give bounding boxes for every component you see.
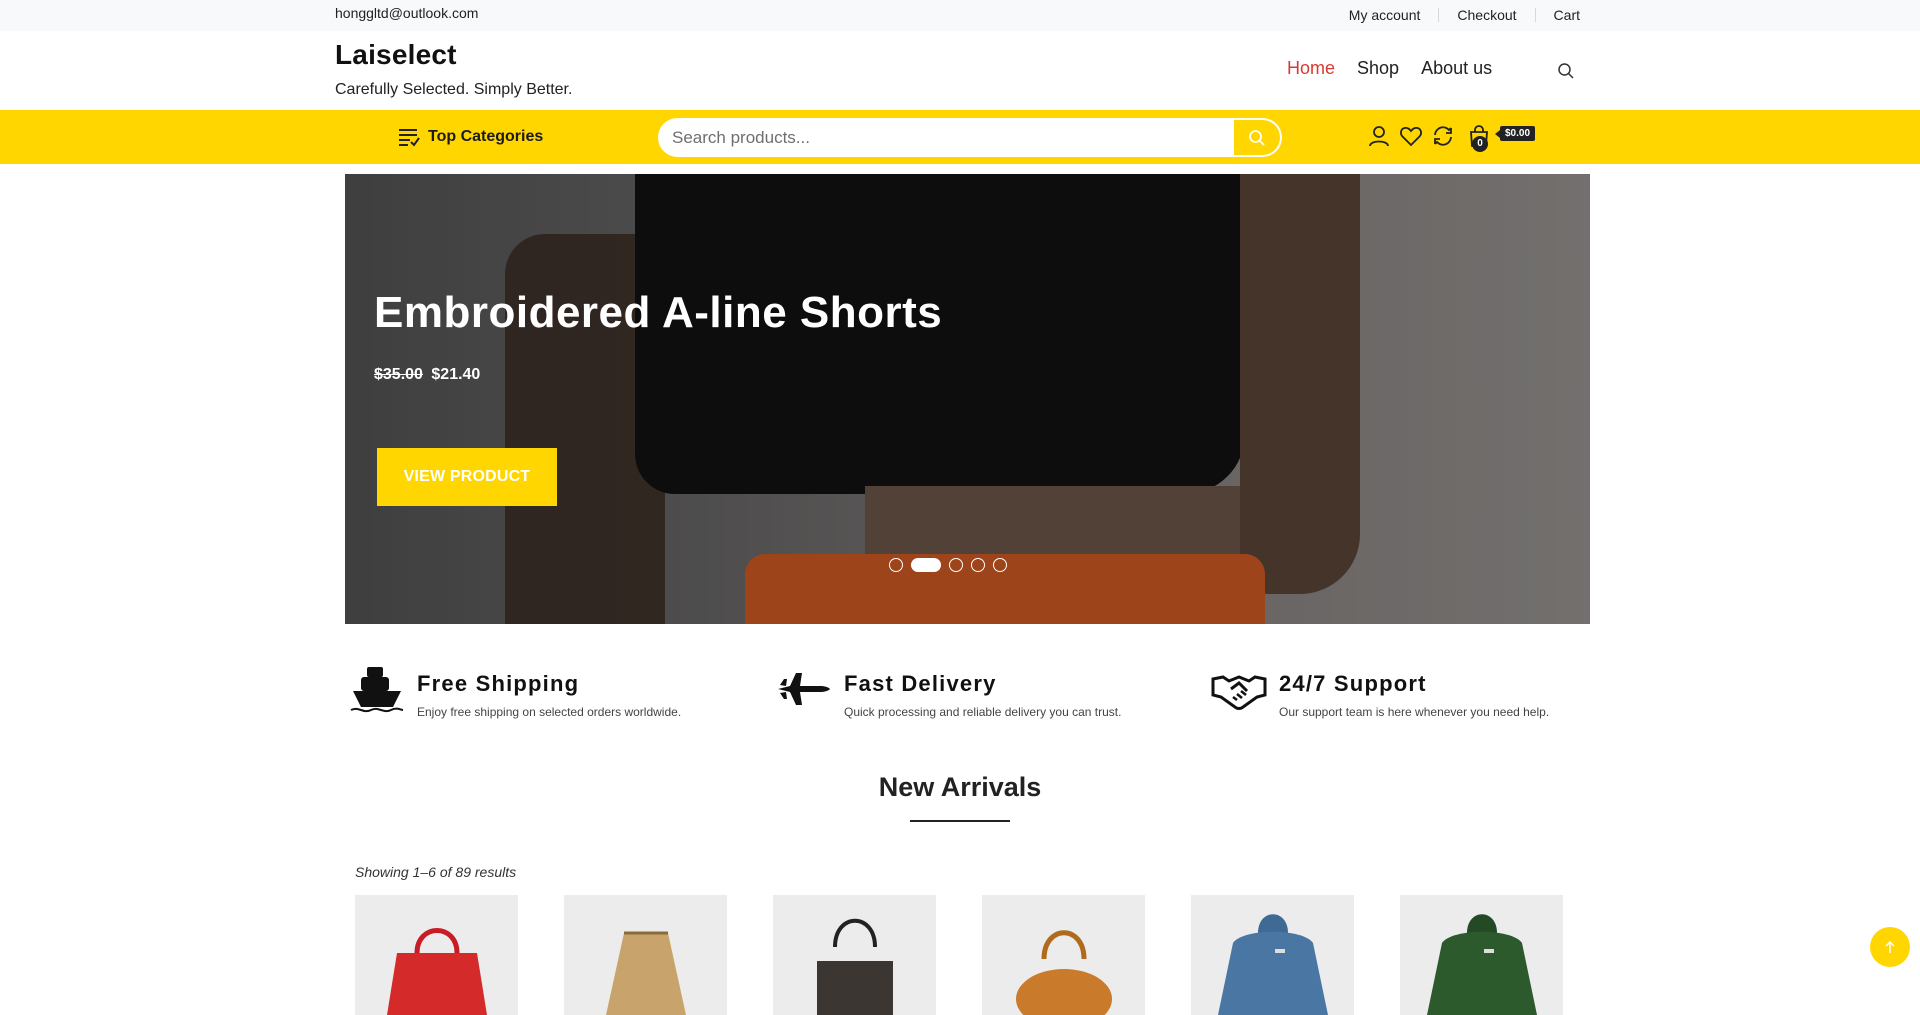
feature-free-shipping: Free Shipping Enjoy free shipping on sel… [349,665,681,719]
cart-link[interactable]: Cart [1536,7,1580,23]
results-count: Showing 1–6 of 89 results [355,864,517,880]
feature-support: 24/7 Support Our support team is here wh… [1211,665,1549,719]
slider-dot[interactable] [993,558,1007,572]
hero-old-price: $35.00 [374,366,423,383]
my-account-link[interactable]: My account [1331,7,1439,23]
nav-about-us[interactable]: About us [1421,58,1492,79]
product-card-gold-bag[interactable] [564,895,727,1015]
site-tagline: Carefully Selected. Simply Better. [335,81,573,98]
search-icon [1249,129,1265,146]
slider-dot[interactable] [949,558,963,572]
category-search-bar: Top Categories 0 $0.00 [0,110,1920,164]
product-search [658,118,1234,157]
product-image [1015,930,1112,1015]
hero-slider: Embroidered A-line Shorts $35.00 $21.40 … [345,174,1590,624]
nav-shop[interactable]: Shop [1357,58,1399,79]
section-title-new-arrivals: New Arrivals [878,772,1042,802]
feature-desc: Our support team is here whenever you ne… [1279,705,1550,719]
view-product-button[interactable]: VIEW PRODUCT [377,448,557,506]
product-search-button[interactable] [1234,118,1282,157]
product-image [1217,914,1328,1015]
jet-icon [778,673,830,705]
product-image [816,918,893,1015]
product-image [605,931,686,1015]
hero-new-price: $21.40 [431,366,481,383]
slider-dot[interactable] [971,558,985,572]
compare-icon[interactable] [1431,124,1455,148]
product-card-red-bag[interactable] [355,895,518,1015]
checkout-link[interactable]: Checkout [1439,7,1534,23]
product-card-blue-hoodie[interactable] [1191,895,1354,1015]
product-grid [355,895,1563,1015]
site-header: Laiselect Carefully Selected. Simply Bet… [0,31,1920,110]
top-categories-button[interactable]: Top Categories [398,127,543,147]
heart-icon[interactable] [1399,124,1423,148]
hero-price: $35.00 $21.40 [374,366,480,384]
hero-overlay [345,174,1590,624]
cart-total-badge[interactable]: $0.00 [1494,126,1536,141]
account-links: My account Checkout Cart [1331,7,1580,23]
feature-desc: Quick processing and reliable delivery y… [844,705,1122,719]
slider-dots [889,558,1007,572]
nav-home[interactable]: Home [1287,58,1335,79]
section-title-underline [910,820,1010,822]
list-icon [399,129,420,147]
arrow-up-icon [1885,940,1895,953]
hero-title: Embroidered A-line Shorts [374,288,943,337]
search-icon[interactable] [1557,62,1575,80]
product-search-input[interactable] [672,127,1212,148]
handshake-icon [1211,675,1267,710]
user-icon[interactable] [1367,124,1391,148]
site-logo[interactable]: Laiselect [335,39,457,71]
product-card-green-hoodie[interactable] [1400,895,1563,1015]
main-nav: Home Shop About us [1287,58,1514,79]
top-categories-label: Top Categories [428,128,544,145]
product-image [1426,914,1537,1015]
ship-icon [350,667,404,713]
back-to-top-button[interactable] [1870,927,1910,967]
feature-title: Fast Delivery [844,671,997,696]
product-card-tan-bag[interactable] [982,895,1145,1015]
feature-title: Free Shipping [417,671,580,696]
contact-email: honggltd@outlook.com [335,5,479,21]
feature-desc: Enjoy free shipping on selected orders w… [417,705,682,719]
product-card-black-bag[interactable] [773,895,936,1015]
top-bar: honggltd@outlook.com My account Checkout… [0,0,1920,31]
cart-count-badge: 0 [1472,136,1488,152]
feature-fast-delivery: Fast Delivery Quick processing and relia… [776,665,1121,719]
product-image [386,928,487,1015]
slider-dot-active[interactable] [911,558,941,572]
slider-dot[interactable] [889,558,903,572]
feature-title: 24/7 Support [1279,671,1427,696]
